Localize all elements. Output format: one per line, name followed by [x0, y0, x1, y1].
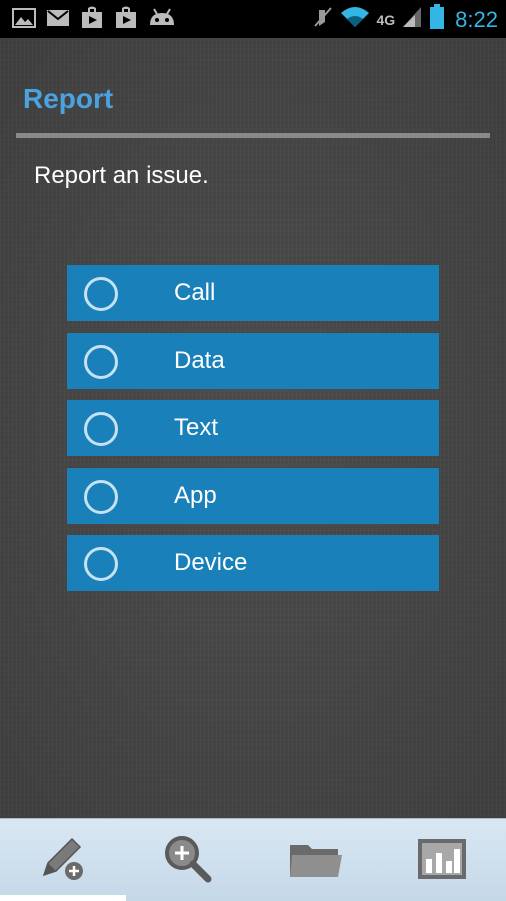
page-title: Report: [23, 83, 114, 114]
option-label: App: [174, 481, 217, 509]
page-subtitle: Report an issue.: [34, 162, 209, 189]
tab-folder[interactable]: [286, 833, 346, 885]
issue-options: Call Data Text App Device: [67, 265, 439, 603]
android-icon: [148, 7, 176, 34]
play-store-icon: [80, 6, 104, 35]
option-app[interactable]: App: [67, 467, 439, 524]
tab-stats[interactable]: [412, 833, 472, 885]
option-data[interactable]: Data: [67, 332, 439, 389]
radio-button[interactable]: [84, 344, 118, 379]
option-call[interactable]: Call: [67, 265, 439, 321]
notification-icons: [12, 6, 176, 35]
option-text[interactable]: Text: [67, 400, 439, 456]
option-label: Device: [174, 549, 248, 576]
play-store-icon: [114, 6, 138, 35]
tab-report[interactable]: [34, 833, 94, 885]
gmail-icon: [46, 7, 70, 34]
selected-tab-indicator: [0, 895, 126, 901]
image-icon: [12, 7, 36, 34]
option-label: Data: [174, 346, 225, 374]
wifi-icon: [340, 5, 370, 34]
report-icon: [34, 837, 94, 889]
mute-icon: [312, 4, 334, 35]
option-device[interactable]: Device: [67, 535, 439, 591]
report-screen: Report Report an issue. Call Data Text A…: [0, 38, 506, 818]
bottom-toolbar: [0, 818, 506, 901]
title-divider: [16, 133, 490, 138]
radio-button[interactable]: [84, 412, 118, 446]
radio-button[interactable]: [84, 277, 118, 311]
tab-search[interactable]: [158, 833, 218, 885]
search-icon: [158, 836, 218, 889]
stats-icon: [412, 839, 472, 889]
option-label: Text: [174, 414, 219, 441]
network-type: 4G: [376, 11, 396, 28]
option-label: Call: [174, 279, 216, 306]
system-icons: 4G 8:22: [312, 4, 498, 35]
signal-icon: [401, 5, 423, 34]
radio-button[interactable]: [84, 479, 118, 514]
clock: 8:22: [455, 6, 498, 32]
battery-icon: [429, 4, 445, 35]
folder-icon: [286, 845, 346, 889]
status-bar: 4G 8:22: [0, 0, 506, 38]
radio-button[interactable]: [84, 547, 118, 581]
